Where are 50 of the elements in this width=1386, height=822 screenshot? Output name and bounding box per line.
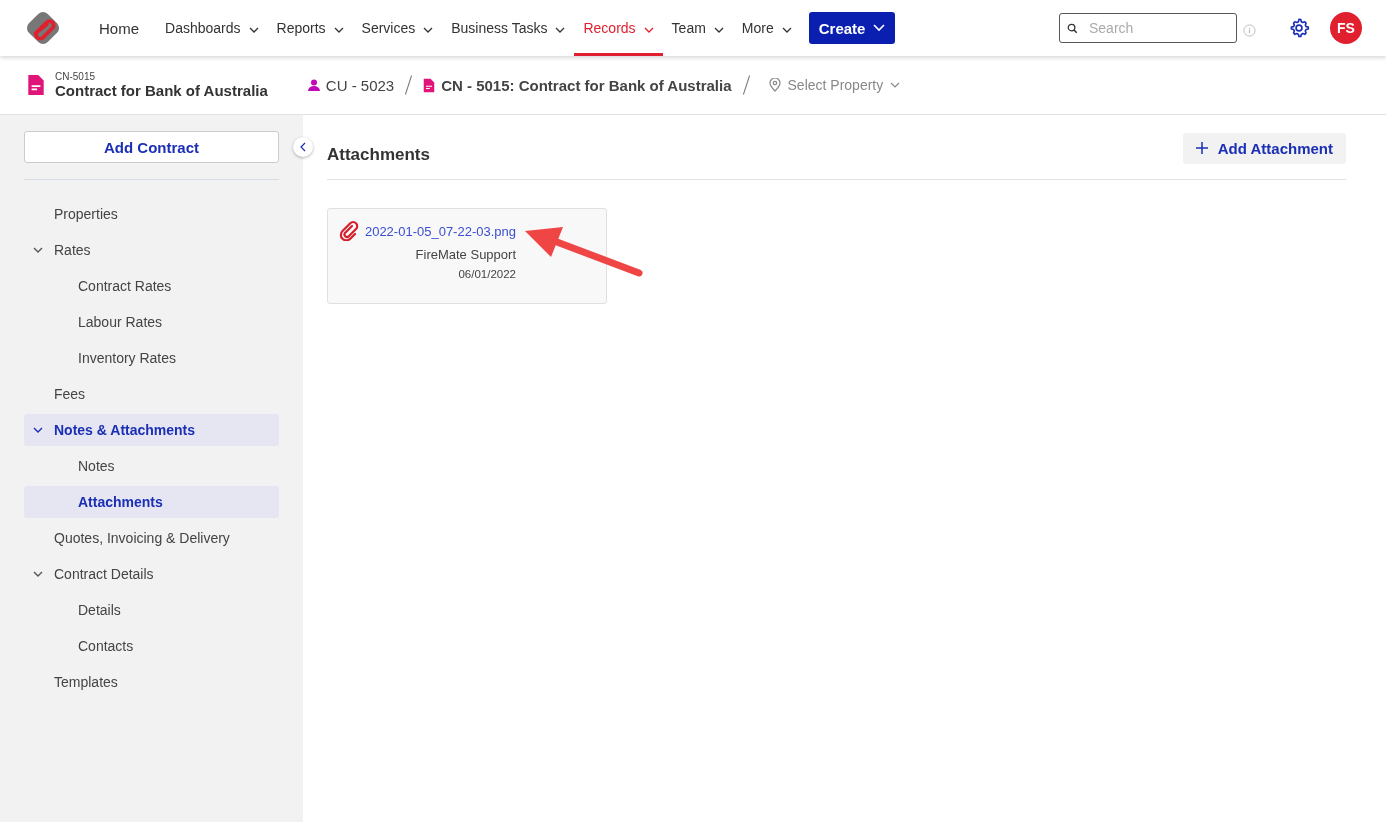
sidebar-item[interactable]: Contacts — [24, 630, 279, 662]
nav-menu-item[interactable]: Services — [352, 0, 443, 56]
sidebar-item[interactable]: Fees — [24, 378, 279, 410]
sidebar-item[interactable]: Templates — [24, 666, 279, 698]
info-icon — [1243, 23, 1256, 37]
user-avatar[interactable]: FS — [1330, 12, 1362, 44]
search-field[interactable]: Search — [1059, 13, 1237, 43]
nav-menu-item[interactable]: Reports — [267, 0, 353, 56]
create-button[interactable]: Create — [808, 12, 896, 44]
nav-menu-item[interactable]: Team — [662, 0, 733, 56]
sidebar-item[interactable]: Contract Rates — [24, 270, 279, 302]
record-code: CN-5015 — [55, 71, 97, 82]
nav-menu-item[interactable]: Records — [574, 0, 663, 56]
sidebar-item[interactable]: Properties — [24, 198, 279, 230]
sidebar-item[interactable]: Details — [24, 594, 279, 626]
chevron-left-icon — [300, 142, 306, 152]
property-dropdown[interactable]: Select Property — [768, 77, 901, 93]
file-link[interactable]: 2022-01-05_07-22-03.png — [364, 223, 516, 239]
attachment-author: FireMate Support — [415, 247, 516, 262]
sidebar-item[interactable]: Attachments — [24, 486, 279, 518]
caret-icon — [873, 24, 886, 32]
document-icon — [423, 77, 436, 93]
caret-icon — [890, 82, 901, 88]
record-title: Contract for Bank of Australia — [55, 82, 268, 99]
add-contract-button[interactable]: Add Contract — [24, 131, 279, 163]
settings-icon[interactable] — [1288, 17, 1310, 39]
breadcrumb-link[interactable]: CU - 5023 — [325, 76, 395, 94]
sidebar-item[interactable]: Quotes, Invoicing & Delivery — [24, 522, 279, 554]
nav-menu-item[interactable]: Home — [90, 0, 148, 56]
sidebar-item[interactable]: Contract Details — [24, 558, 279, 590]
person-icon — [307, 79, 320, 91]
plus-icon — [1195, 142, 1208, 154]
breadcrumb-link[interactable]: CN - 5015: Contract for Bank of Australia — [441, 76, 732, 94]
chevron-icon — [33, 427, 43, 433]
location-pin-icon — [768, 78, 781, 92]
nav-menu-item[interactable]: Dashboards — [156, 0, 268, 56]
add-attachment-button[interactable]: Add Attachment — [1182, 132, 1346, 164]
paperclip-icon — [338, 221, 359, 241]
nav-menu-item[interactable]: More — [732, 0, 801, 56]
sidebar-item[interactable]: Labour Rates — [24, 306, 279, 338]
document-icon — [27, 74, 45, 96]
chevron-icon — [33, 571, 43, 577]
sidebar-item[interactable]: Inventory Rates — [24, 342, 279, 374]
section-title: Attachments — [327, 145, 430, 165]
sidebar-item[interactable]: Notes — [24, 450, 279, 482]
sidebar-item[interactable]: Notes & Attachments — [24, 414, 279, 446]
attachment-date: 06/01/2022 — [458, 268, 516, 280]
chevron-icon — [33, 247, 43, 253]
nav-menu-item[interactable]: Business Tasks — [442, 0, 575, 56]
sidebar-item[interactable]: Rates — [24, 234, 279, 266]
